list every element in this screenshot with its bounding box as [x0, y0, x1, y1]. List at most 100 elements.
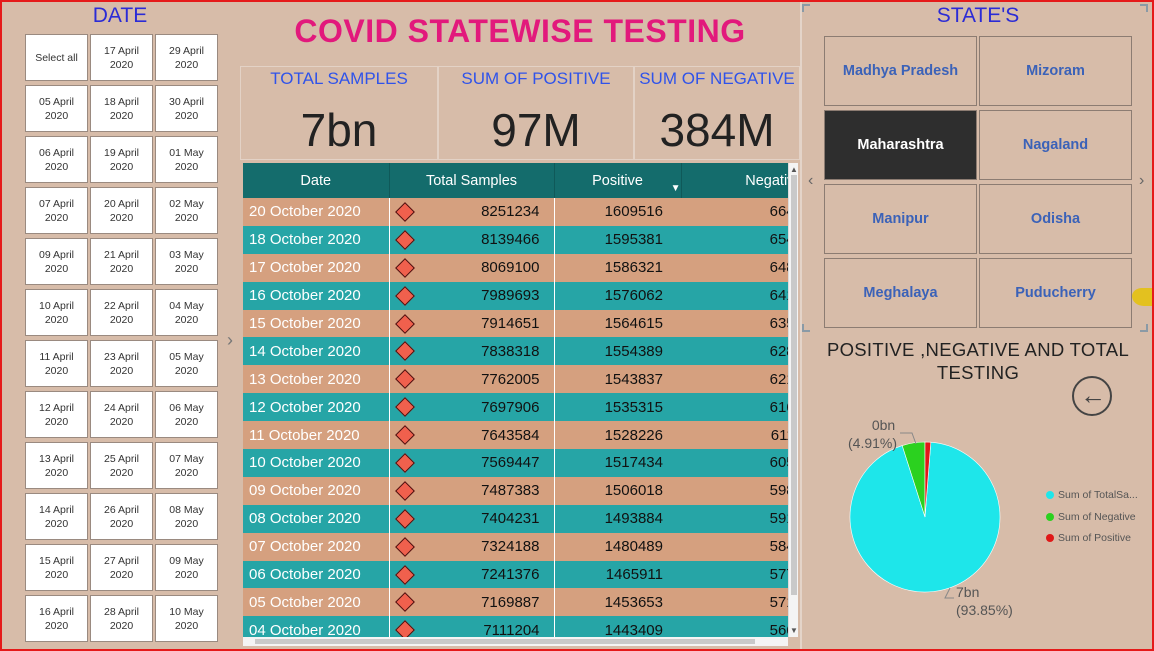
date-option[interactable]: 30 April 2020	[155, 85, 218, 132]
table-row[interactable]: 13 October 2020 7762005 15438376218	[243, 365, 798, 394]
scroll-up-icon[interactable]: ▲	[789, 165, 799, 174]
table-row[interactable]: 15 October 2020 7914651 15646156350	[243, 309, 798, 338]
scrollbar-thumb[interactable]	[255, 639, 755, 644]
cell-total-samples: 7697906	[389, 393, 555, 422]
date-option[interactable]: 23 April 2020	[90, 340, 153, 387]
table-row[interactable]: 08 October 2020 7404231 14938845910	[243, 504, 798, 533]
diamond-indicator-icon	[394, 508, 415, 529]
column-header-negative[interactable]: Negative	[681, 163, 798, 198]
table-row[interactable]: 11 October 2020 7643584 15282266115	[243, 421, 798, 450]
diamond-indicator-icon	[394, 202, 415, 222]
cell-total-samples: 7989693	[389, 281, 555, 310]
legend-item[interactable]: Sum of Negative	[1046, 511, 1136, 523]
decorative-shape	[1132, 288, 1154, 306]
date-option[interactable]: 18 April 2020	[90, 85, 153, 132]
date-option[interactable]: 11 April 2020	[25, 340, 88, 387]
pie-label-large: 7bn (93.85%)	[956, 583, 1013, 619]
column-header-date[interactable]: Date	[243, 163, 390, 198]
scroll-down-icon[interactable]: ▼	[789, 626, 799, 635]
table-row[interactable]: 06 October 2020 7241376 14659115775	[243, 560, 798, 589]
date-option[interactable]: 10 April 2020	[25, 289, 88, 336]
date-option[interactable]: 03 May 2020	[155, 238, 218, 285]
cell-date: 10 October 2020	[243, 449, 390, 477]
date-option[interactable]: 17 April 2020	[90, 34, 153, 81]
cell-total-samples: 7838318	[389, 337, 555, 366]
legend-item[interactable]: Sum of Positive	[1046, 532, 1131, 544]
date-option[interactable]: 21 April 2020	[90, 238, 153, 285]
column-header-positive[interactable]: Positive ▼	[554, 163, 682, 198]
state-option[interactable]: Mizoram	[979, 36, 1132, 106]
date-option[interactable]: 14 April 2020	[25, 493, 88, 540]
scrollbar-thumb[interactable]	[791, 175, 797, 595]
date-option[interactable]: 08 May 2020	[155, 493, 218, 540]
table-vertical-scrollbar[interactable]: ▲ ▼	[788, 163, 798, 637]
date-option[interactable]: 29 April 2020	[155, 34, 218, 81]
state-option[interactable]: Puducherry	[979, 258, 1132, 328]
date-option[interactable]: 09 April 2020	[25, 238, 88, 285]
state-option[interactable]: Nagaland	[979, 110, 1132, 180]
chevron-left-icon[interactable]: ‹	[808, 172, 813, 190]
table-row[interactable]: 07 October 2020 7324188 14804895843	[243, 532, 798, 561]
date-option[interactable]: 04 May 2020	[155, 289, 218, 336]
table-row[interactable]: 12 October 2020 7697906 15353156162	[243, 393, 798, 422]
date-option[interactable]: 01 May 2020	[155, 136, 218, 183]
date-option[interactable]: 10 May 2020	[155, 595, 218, 642]
date-option[interactable]: 13 April 2020	[25, 442, 88, 489]
slicer-corner	[802, 324, 810, 332]
state-option[interactable]: Madhya Pradesh	[824, 36, 977, 106]
date-option[interactable]: 28 April 2020	[90, 595, 153, 642]
chevron-right-icon[interactable]: ›	[227, 330, 233, 351]
date-option[interactable]: 06 May 2020	[155, 391, 218, 438]
cell-value: 7762005	[481, 370, 540, 388]
cell-value: 7989693	[481, 287, 540, 305]
column-header-total-samples[interactable]: Total Samples	[389, 163, 555, 198]
table-row[interactable]: 14 October 2020 7838318 15543896283	[243, 337, 798, 366]
date-option[interactable]: 16 April 2020	[25, 595, 88, 642]
date-option[interactable]: 05 April 2020	[25, 85, 88, 132]
date-option[interactable]: 05 May 2020	[155, 340, 218, 387]
cell-date: 09 October 2020	[243, 476, 390, 505]
cell-date: 04 October 2020	[243, 616, 390, 637]
date-option[interactable]: 22 April 2020	[90, 289, 153, 336]
date-option[interactable]: 15 April 2020	[25, 544, 88, 591]
state-option[interactable]: Odisha	[979, 184, 1132, 254]
date-option[interactable]: 26 April 2020	[90, 493, 153, 540]
cell-total-samples: 7111204	[389, 616, 555, 637]
date-option[interactable]: 09 May 2020	[155, 544, 218, 591]
cell-value: 7241376	[481, 566, 540, 584]
cell-negative: 6413	[681, 281, 798, 310]
table-row[interactable]: 04 October 2020 7111204 14434095667	[243, 616, 798, 637]
date-option[interactable]: 25 April 2020	[90, 442, 153, 489]
date-option[interactable]: 27 April 2020	[90, 544, 153, 591]
table-row[interactable]: 09 October 2020 7487383 15060185981	[243, 476, 798, 505]
table-row[interactable]: 16 October 2020 7989693 15760626413	[243, 281, 798, 310]
state-option[interactable]: Manipur	[824, 184, 977, 254]
table-row[interactable]: 17 October 2020 8069100 15863216482	[243, 253, 798, 282]
date-option[interactable]: 19 April 2020	[90, 136, 153, 183]
diamond-indicator-icon	[394, 257, 415, 278]
cell-total-samples: 7241376	[389, 560, 555, 589]
table-row[interactable]: 05 October 2020 7169887 14536535716	[243, 588, 798, 617]
back-arrow-button[interactable]: ←	[1072, 376, 1112, 416]
pie-label-small-percent: (4.91%)	[848, 435, 898, 451]
chevron-right-icon[interactable]: ›	[1139, 172, 1144, 190]
table-horizontal-scrollbar[interactable]	[243, 637, 788, 646]
kpi-value: 97M	[491, 104, 581, 156]
date-option[interactable]: 07 April 2020	[25, 187, 88, 234]
select-all-button[interactable]: Select all	[25, 34, 88, 81]
date-option[interactable]: 12 April 2020	[25, 391, 88, 438]
date-option[interactable]: 20 April 2020	[90, 187, 153, 234]
date-option[interactable]: 02 May 2020	[155, 187, 218, 234]
table-row[interactable]: 20 October 2020 8251234 16095166641	[243, 198, 798, 226]
cell-total-samples: 8139466	[389, 225, 555, 254]
table-row[interactable]: 10 October 2020 7569447 15174346052	[243, 449, 798, 477]
state-option[interactable]: Meghalaya	[824, 258, 977, 328]
table-row[interactable]: 18 October 2020 8139466 15953816544	[243, 225, 798, 254]
cell-value: 7487383	[481, 482, 540, 500]
state-option[interactable]: Maharashtra	[824, 110, 977, 180]
legend-item[interactable]: Sum of TotalSa...	[1046, 489, 1138, 501]
date-option[interactable]: 06 April 2020	[25, 136, 88, 183]
date-option[interactable]: 07 May 2020	[155, 442, 218, 489]
date-option[interactable]: 24 April 2020	[90, 391, 153, 438]
cell-date: 05 October 2020	[243, 588, 390, 617]
